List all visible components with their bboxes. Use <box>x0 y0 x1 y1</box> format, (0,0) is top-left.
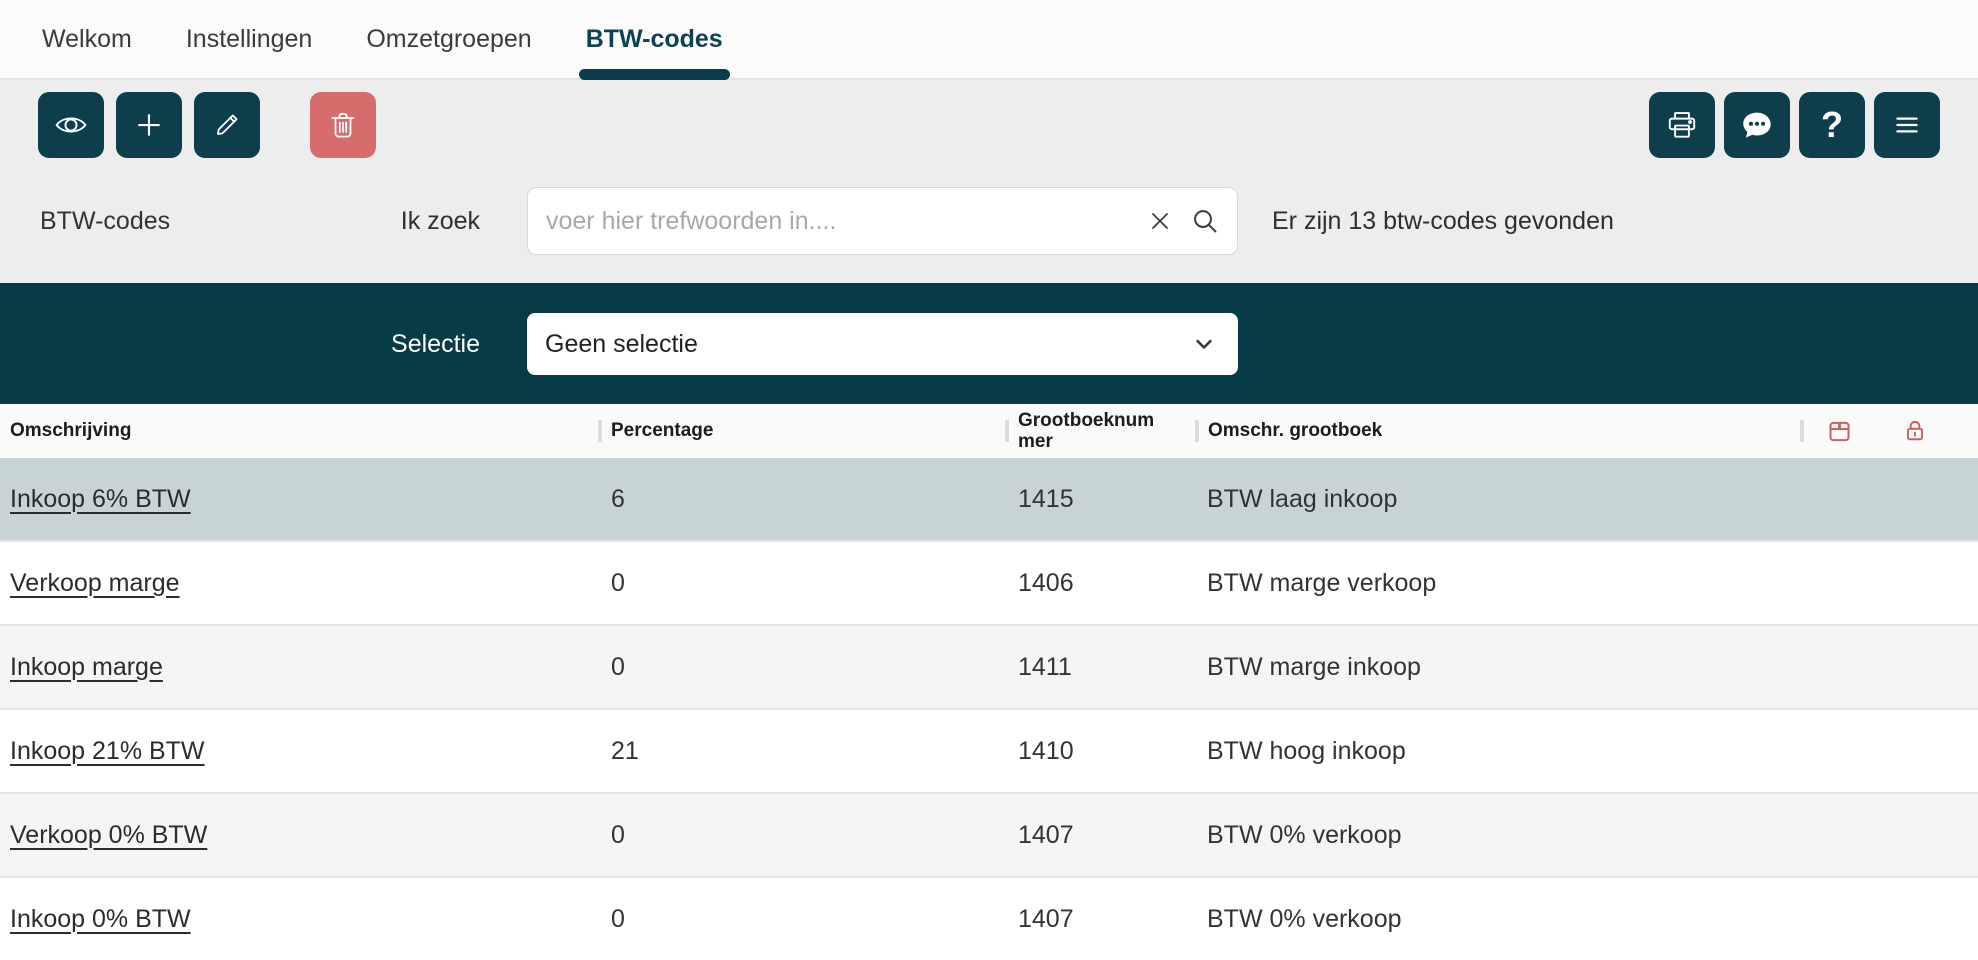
feedback-button[interactable] <box>1724 92 1790 158</box>
hamburger-icon <box>1890 108 1924 142</box>
cell-percentage: 21 <box>598 737 1005 766</box>
column-header-percentage[interactable]: Percentage <box>598 404 1005 458</box>
toolbar-and-search-section: ? BTW-codes Ik zoek Er zijn 13 btw-codes… <box>0 80 1978 283</box>
selection-label: Selectie <box>0 313 480 375</box>
edit-button[interactable] <box>194 92 260 158</box>
row-link-omschrijving[interactable]: Inkoop marge <box>10 653 163 681</box>
selection-dropdown-value: Geen selectie <box>545 313 698 375</box>
archive-icon <box>1826 418 1853 445</box>
trash-icon <box>327 109 359 141</box>
selection-dropdown[interactable]: Geen selectie <box>527 313 1238 375</box>
table-row[interactable]: Inkoop 6% BTW 6 1415 BTW laag inkoop <box>0 458 1978 542</box>
column-header-omschr-grootboek[interactable]: Omschr. grootboek <box>1195 404 1800 458</box>
lock-icon <box>1902 418 1928 444</box>
row-link-omschrijving[interactable]: Inkoop 6% BTW <box>10 485 191 513</box>
cell-grootboeknummer: 1407 <box>1005 905 1195 934</box>
cell-grootboeknummer: 1410 <box>1005 737 1195 766</box>
tab-bar: Welkom Instellingen Omzetgroepen BTW-cod… <box>0 0 1978 80</box>
table-row[interactable]: Verkoop marge 0 1406 BTW marge verkoop <box>0 542 1978 626</box>
search-label: Ik zoek <box>0 187 480 255</box>
printer-icon <box>1665 108 1699 142</box>
tab-welkom[interactable]: Welkom <box>15 0 159 78</box>
column-header-archive[interactable] <box>1800 404 1880 458</box>
row-link-omschrijving[interactable]: Verkoop 0% BTW <box>10 821 207 849</box>
cell-percentage: 0 <box>598 569 1005 598</box>
toolbar-left <box>38 92 376 158</box>
add-button[interactable] <box>116 92 182 158</box>
tab-instellingen[interactable]: Instellingen <box>159 0 339 78</box>
print-button[interactable] <box>1649 92 1715 158</box>
tab-omzetgroepen[interactable]: Omzetgroepen <box>339 0 558 78</box>
btw-codes-page: Welkom Instellingen Omzetgroepen BTW-cod… <box>0 0 1978 960</box>
selection-bar: Selectie Geen selectie <box>0 283 1978 404</box>
row-link-omschrijving[interactable]: Verkoop marge <box>10 569 180 597</box>
column-header-grootboeknummer-label: Grootboeknummer <box>1018 410 1158 453</box>
cell-percentage: 6 <box>598 485 1005 514</box>
help-button[interactable]: ? <box>1799 92 1865 158</box>
clear-search-icon[interactable] <box>1147 208 1173 234</box>
search-input[interactable] <box>528 188 1237 254</box>
plus-icon <box>132 108 166 142</box>
column-header-omschrijving[interactable]: Omschrijving <box>0 404 598 458</box>
tab-btw-codes[interactable]: BTW-codes <box>559 0 750 78</box>
cell-percentage: 0 <box>598 905 1005 934</box>
results-count-text: Er zijn 13 btw-codes gevonden <box>1272 187 1614 255</box>
cell-omschr-grootboek: BTW marge verkoop <box>1195 569 1800 598</box>
cell-omschr-grootboek: BTW marge inkoop <box>1195 653 1800 682</box>
table-row[interactable]: Inkoop 21% BTW 21 1410 BTW hoog inkoop <box>0 710 1978 794</box>
cell-percentage: 0 <box>598 653 1005 682</box>
delete-button[interactable] <box>310 92 376 158</box>
question-icon: ? <box>1821 107 1843 143</box>
row-link-omschrijving[interactable]: Inkoop 21% BTW <box>10 737 205 765</box>
cell-grootboeknummer: 1411 <box>1005 653 1195 682</box>
data-table: Omschrijving Percentage Grootboeknummer … <box>0 404 1978 960</box>
cell-omschr-grootboek: BTW laag inkoop <box>1195 485 1800 514</box>
row-link-omschrijving[interactable]: Inkoop 0% BTW <box>10 905 191 933</box>
cell-omschr-grootboek: BTW 0% verkoop <box>1195 821 1800 850</box>
table-row[interactable]: Verkoop 0% BTW 0 1407 BTW 0% verkoop <box>0 794 1978 878</box>
table-row[interactable]: Inkoop 0% BTW 0 1407 BTW 0% verkoop <box>0 878 1978 960</box>
column-header-grootboeknummer[interactable]: Grootboeknummer <box>1005 404 1195 458</box>
cell-grootboeknummer: 1406 <box>1005 569 1195 598</box>
cell-omschr-grootboek: BTW 0% verkoop <box>1195 905 1800 934</box>
table-header: Omschrijving Percentage Grootboeknummer … <box>0 404 1978 458</box>
cell-grootboeknummer: 1407 <box>1005 821 1195 850</box>
cell-grootboeknummer: 1415 <box>1005 485 1195 514</box>
cell-percentage: 0 <box>598 821 1005 850</box>
eye-icon <box>54 108 88 142</box>
search-box <box>527 187 1238 255</box>
chevron-down-icon <box>1190 330 1218 358</box>
search-icon[interactable] <box>1191 207 1219 235</box>
menu-button[interactable] <box>1874 92 1940 158</box>
cell-omschr-grootboek: BTW hoog inkoop <box>1195 737 1800 766</box>
table-row[interactable]: Inkoop marge 0 1411 BTW marge inkoop <box>0 626 1978 710</box>
view-button[interactable] <box>38 92 104 158</box>
pencil-icon <box>211 109 243 141</box>
chat-icon <box>1739 107 1775 143</box>
toolbar-right: ? <box>1649 92 1940 158</box>
column-header-lock[interactable] <box>1880 404 1978 458</box>
